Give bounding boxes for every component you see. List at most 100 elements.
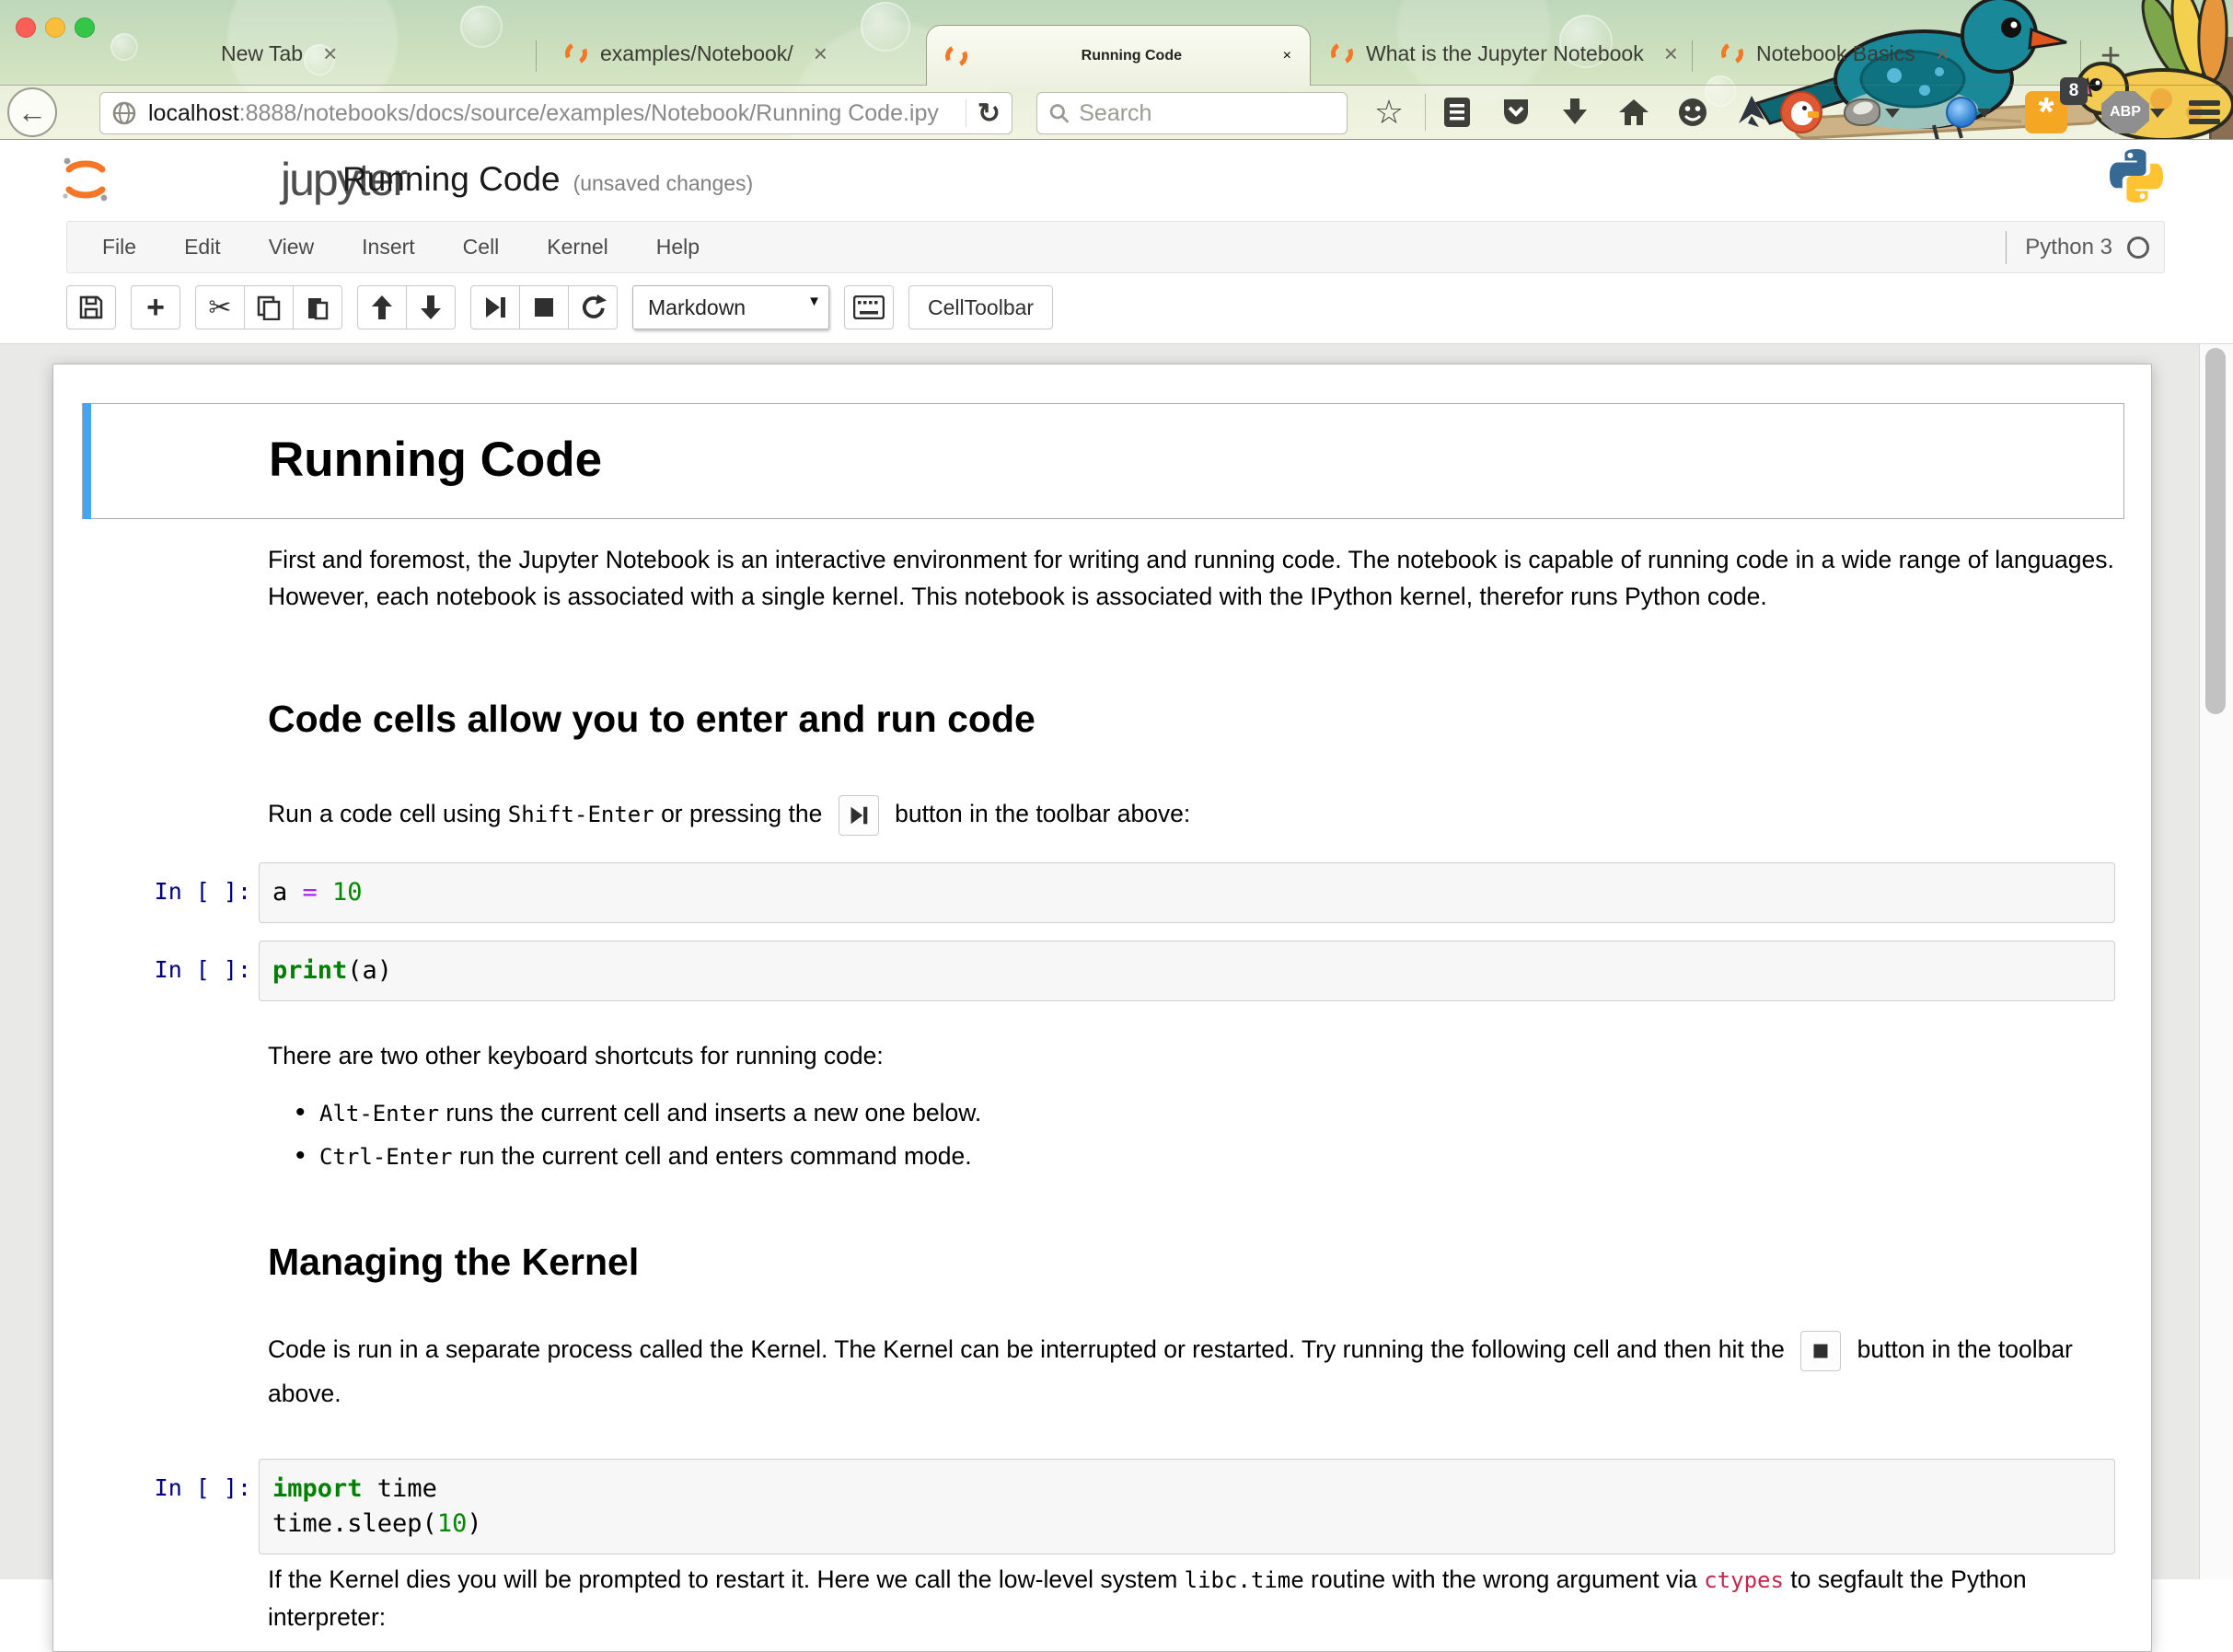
p4-mid-text: routine with the wrong argument via <box>1304 1565 1705 1593</box>
menu-edit[interactable]: Edit <box>184 235 221 260</box>
notebook-title[interactable]: Running Code (unsaved changes) <box>342 160 753 199</box>
markdown-cell-selected[interactable]: Running Code <box>82 403 2124 519</box>
menu-kernel[interactable]: Kernel <box>547 235 607 260</box>
kernel-name: Python 3 <box>2025 235 2112 260</box>
code-token: time.sleep( <box>272 1509 437 1538</box>
jupyter-header: jupyter Running Code (unsaved changes) <box>0 140 2233 219</box>
code-token-builtin: print <box>272 956 347 985</box>
tab-notebook-basics[interactable]: Notebook Basics × <box>1721 26 1950 81</box>
restart-kernel-button[interactable] <box>568 285 618 329</box>
notebook-toolbar: + ✂ Markdown ▼ CellToolbar <box>66 285 1068 329</box>
duckduckgo-icon[interactable] <box>1776 88 1826 136</box>
add-cell-button[interactable]: + <box>131 285 180 329</box>
checkpoint-status: (unsaved changes) <box>573 171 754 195</box>
menu-help[interactable]: Help <box>656 235 700 260</box>
tab-close-icon[interactable]: × <box>1664 40 1678 68</box>
notebook-h2-code-cells[interactable]: Code cells allow you to enter and run co… <box>268 698 1036 741</box>
notebook-container: Running Code First and foremost, the Jup… <box>52 364 2152 1652</box>
adblock-plus-icon[interactable]: ABP <box>2100 88 2150 136</box>
libc-time-code: libc.time <box>1185 1567 1304 1593</box>
code-token-keyword: import <box>272 1474 363 1503</box>
send-to-device-icon[interactable] <box>1727 88 1776 136</box>
run-mid-text: or pressing the <box>654 800 829 827</box>
code-token-number: 10 <box>437 1509 468 1538</box>
tab-what-is-jupyter[interactable]: What is the Jupyter Notebook × <box>1331 26 1678 81</box>
jupyter-logo[interactable]: jupyter <box>61 153 110 206</box>
browser-chrome: New Tab × examples/Notebook/ × Running C… <box>0 0 2233 140</box>
code-token: time <box>363 1474 437 1503</box>
tab-running-code-active[interactable]: Running Code × <box>926 25 1311 86</box>
fly-addon-dropdown-icon[interactable] <box>1885 109 1900 118</box>
run-instruction-line[interactable]: Run a code cell using Shift-Enter or pre… <box>268 790 2147 838</box>
notebook-paragraph[interactable]: There are two other keyboard shortcuts f… <box>268 1037 2147 1074</box>
menu-view[interactable]: View <box>269 235 314 260</box>
code-cell[interactable]: In [ ]: a = 10 <box>53 862 2152 923</box>
jupyter-favicon <box>1718 40 1746 67</box>
adblock-dropdown-icon[interactable] <box>2150 109 2165 118</box>
menu-cell[interactable]: Cell <box>463 235 500 260</box>
url-bar[interactable]: localhost:8888/notebooks/docs/source/exa… <box>99 92 1012 134</box>
inline-stop-button-image <box>1800 1331 1841 1371</box>
notebook-scroll-area[interactable]: Running Code First and foremost, the Jup… <box>0 344 2233 1579</box>
url-text[interactable]: localhost:8888/notebooks/docs/source/exa… <box>148 100 955 127</box>
window-close-button[interactable] <box>16 17 36 38</box>
scrollbar-thumb[interactable] <box>2205 348 2226 714</box>
new-tab-button[interactable]: + <box>2100 37 2121 76</box>
feedback-smiley-icon[interactable] <box>1668 88 1718 136</box>
code-token: ) <box>467 1509 481 1538</box>
tab-new-tab[interactable]: New Tab × <box>221 26 337 81</box>
copy-cell-button[interactable] <box>244 285 294 329</box>
home-icon[interactable] <box>1609 88 1659 136</box>
back-button[interactable]: ← <box>7 87 57 137</box>
tab-close-icon[interactable]: × <box>1936 40 1950 68</box>
tab-close-icon[interactable]: × <box>814 40 827 68</box>
menu-insert[interactable]: Insert <box>362 235 415 260</box>
save-button[interactable] <box>66 285 116 329</box>
code-input[interactable]: print(a) <box>259 941 2115 1001</box>
run-pre-text: Run a code cell using <box>268 800 508 827</box>
notebook-title-text: Running Code <box>342 160 561 198</box>
fly-addon-icon[interactable] <box>1837 88 1887 136</box>
command-palette-button[interactable] <box>844 285 894 329</box>
copy-icon <box>256 295 282 320</box>
bookmark-star-icon[interactable]: ☆ <box>1364 88 1414 136</box>
tab-examples-notebook[interactable]: examples/Notebook/ × <box>565 26 827 81</box>
reading-list-icon[interactable] <box>1432 88 1482 136</box>
p4-pre-text: If the Kernel dies you will be prompted … <box>268 1565 1185 1593</box>
window-minimize-button[interactable] <box>45 17 65 38</box>
stop-icon <box>533 296 555 318</box>
run-cell-button[interactable] <box>470 285 520 329</box>
cell-type-select[interactable]: Markdown ▼ <box>632 285 829 329</box>
code-cell[interactable]: In [ ]: import time time.sleep(10) <box>53 1459 2152 1554</box>
code-cell[interactable]: In [ ]: print(a) <box>53 941 2152 1001</box>
notebook-h2-managing-kernel[interactable]: Managing the Kernel <box>268 1241 639 1284</box>
notebook-paragraph-clipped[interactable]: If the Kernel dies you will be prompted … <box>268 1561 2147 1635</box>
reload-icon[interactable]: ↻ <box>978 98 1001 130</box>
search-icon <box>1048 101 1070 125</box>
interrupt-kernel-button[interactable] <box>519 285 569 329</box>
blue-addon-dropdown-icon[interactable] <box>1977 109 1992 118</box>
kernel-instruction-line[interactable]: Code is run in a separate process called… <box>268 1327 2147 1415</box>
window-zoom-button[interactable] <box>75 17 95 38</box>
notebook-paragraph[interactable]: First and foremost, the Jupyter Notebook… <box>268 541 2147 615</box>
paste-cell-button[interactable] <box>293 285 342 329</box>
code-input[interactable]: import time time.sleep(10) <box>259 1459 2115 1554</box>
code-input[interactable]: a = 10 <box>259 862 2115 923</box>
menu-file[interactable]: File <box>102 235 136 260</box>
search-input[interactable] <box>1079 100 1336 127</box>
celltoolbar-button[interactable]: CellToolbar <box>908 285 1053 329</box>
jupyter-favicon <box>943 41 970 69</box>
tab-close-icon[interactable]: × <box>323 40 337 68</box>
cut-cell-button[interactable]: ✂ <box>195 285 245 329</box>
menu-hamburger-icon[interactable] <box>2180 88 2229 136</box>
tab-label: examples/Notebook/ <box>600 41 793 66</box>
downloads-icon[interactable] <box>1550 88 1600 136</box>
move-cell-up-button[interactable] <box>357 285 407 329</box>
tab-close-icon[interactable]: × <box>1283 48 1291 64</box>
move-cell-down-button[interactable] <box>406 285 456 329</box>
search-bar[interactable] <box>1036 92 1348 134</box>
pocket-icon[interactable] <box>1491 88 1541 136</box>
run-post-text: button in the toolbar above: <box>888 800 1191 827</box>
select-dropdown-icon: ▼ <box>807 294 821 309</box>
chrome-bottom-border <box>0 139 2233 140</box>
